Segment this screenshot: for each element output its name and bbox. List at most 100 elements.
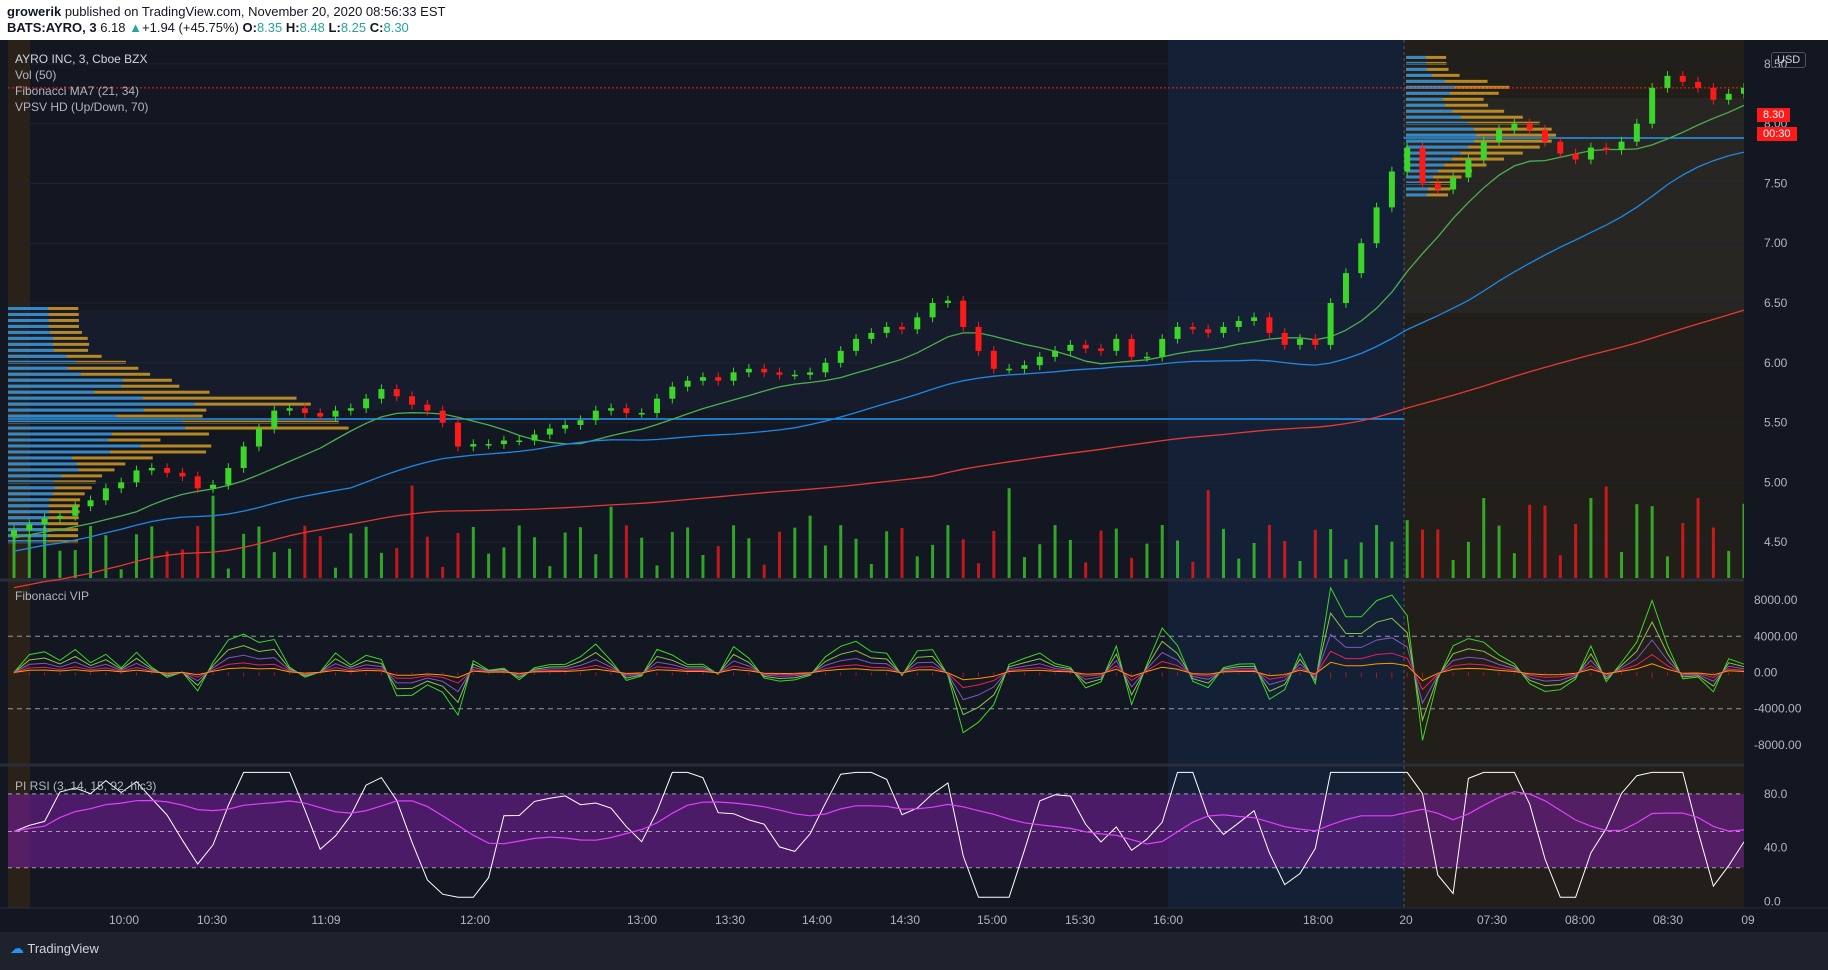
volume-bar: [1436, 529, 1440, 578]
volume-bar: [58, 550, 62, 578]
volume-bar: [1604, 486, 1608, 578]
candle-body: [148, 468, 155, 471]
volume-bar: [1252, 543, 1256, 578]
vp-bar-up: [8, 354, 67, 358]
candle-body: [715, 377, 722, 381]
candle-body: [868, 332, 875, 339]
chart-title[interactable]: AYRO INC, 3, Cboe BZX: [15, 52, 148, 66]
volume-bar: [1053, 525, 1057, 578]
candle-body: [1266, 317, 1273, 333]
volume-bar: [900, 527, 904, 578]
vpsv-legend[interactable]: VPSV HD (Up/Down, 70): [15, 100, 148, 114]
price-tick-label: 4.50: [1764, 535, 1788, 549]
volume-bar: [1451, 560, 1455, 578]
volume-bar: [73, 550, 77, 578]
volume-bar: [961, 539, 965, 578]
tradingview-watermark[interactable]: ☁ TradingView: [10, 940, 99, 957]
candle-body: [102, 488, 109, 501]
volume-bar: [701, 554, 705, 578]
vp-bar-up: [8, 378, 124, 382]
volume-bar: [211, 495, 215, 578]
candle-body: [516, 440, 523, 443]
candle-body: [240, 446, 247, 469]
open-value: 8.35: [256, 20, 283, 35]
volume-bar: [1267, 525, 1271, 578]
candle-body: [1480, 141, 1487, 160]
candle-body: [546, 428, 553, 435]
candle-body: [623, 408, 630, 414]
publish-header: growerik published on TradingView.com, N…: [0, 0, 1828, 40]
vp-bar-up: [1406, 115, 1461, 119]
price-change: +1.94 (+45.75%): [142, 20, 239, 35]
author-name[interactable]: growerik: [7, 4, 61, 19]
vip-legend[interactable]: Fibonacci VIP: [15, 589, 89, 603]
vp-bar-up: [8, 426, 186, 430]
candle-body: [1143, 356, 1150, 359]
vip-tick-label: -4000.00: [1754, 702, 1802, 716]
high-value: 8.48: [299, 20, 325, 35]
candle-body: [669, 386, 676, 399]
high-label: H:: [285, 20, 300, 35]
time-tick-label: 13:30: [715, 913, 745, 927]
candle-body: [883, 326, 890, 333]
axis-bg: [1744, 40, 1828, 908]
candle-body: [439, 410, 446, 423]
candle-body: [1159, 338, 1166, 357]
volume-bar: [1084, 562, 1088, 578]
vp-bar-up: [8, 312, 49, 316]
time-tick-label: 11:09: [311, 913, 340, 927]
vp-bar-up: [8, 432, 113, 436]
price-tick-label: 6.00: [1764, 356, 1788, 370]
candle-body: [1097, 348, 1104, 351]
publish-line: growerik published on TradingView.com, N…: [7, 4, 445, 19]
volume-bar: [1221, 528, 1225, 578]
vip-tick-label: -8000.00: [1754, 738, 1802, 752]
rsi-legend[interactable]: PI RSI (3, 14, 15, 92, hlc3): [15, 779, 156, 793]
volume-bar: [1420, 529, 1424, 578]
volume-bar: [931, 544, 935, 578]
candle-body: [960, 300, 967, 327]
candle-body: [745, 368, 752, 373]
candle-body: [1511, 123, 1518, 130]
currency-button[interactable]: USD: [1771, 52, 1807, 68]
chart-canvas[interactable]: 8.508.007.507.006.506.005.505.004.50 800…: [0, 40, 1828, 932]
volume-bar: [1283, 541, 1287, 578]
volume-legend[interactable]: Vol (50): [15, 68, 56, 82]
volume-bar: [977, 563, 981, 578]
time-tick-label: 15:30: [1065, 913, 1095, 927]
volume-bar: [119, 569, 123, 578]
volume-bar: [425, 536, 429, 578]
candle-body: [332, 410, 339, 417]
rsi-tick-label: 0.0: [1764, 894, 1781, 908]
vip-tick-label: 8000.00: [1754, 593, 1798, 607]
candle-body: [929, 303, 936, 318]
candle-body: [500, 440, 507, 445]
candle-body: [1067, 344, 1074, 351]
candle-body: [699, 377, 706, 381]
volume-bar: [1206, 490, 1210, 578]
candle-body: [164, 468, 171, 473]
candle-body: [577, 420, 584, 425]
candle-body: [1113, 338, 1120, 351]
candle-body: [301, 408, 308, 414]
volume-bar: [1512, 553, 1516, 578]
candle-body: [853, 338, 860, 351]
time-axis: 10:00 10:30 11:09 12:00 13:00 13:30 14:00 14:30…: [0, 907, 1828, 927]
volume-bar: [272, 552, 276, 578]
price-tick-label: 6.50: [1764, 296, 1788, 310]
vp-bar-up: [8, 462, 77, 466]
volume-bar: [1038, 544, 1042, 578]
vp-bar-up: [1406, 133, 1476, 137]
candle-body: [26, 524, 33, 531]
volume-bar: [854, 538, 858, 578]
ma-legend[interactable]: Fibonacci MA7 (21, 34): [15, 84, 139, 98]
volume-bar: [502, 547, 506, 578]
candle-body: [1587, 147, 1594, 160]
vp-bar-up: [8, 438, 109, 442]
vip-tick-label: 0.00: [1754, 666, 1778, 680]
price-tick-label: 5.50: [1764, 416, 1788, 430]
vp-bar-up: [8, 498, 50, 502]
volume-bar: [716, 546, 720, 578]
candle-body: [1006, 368, 1013, 371]
volume-bar: [670, 532, 674, 578]
